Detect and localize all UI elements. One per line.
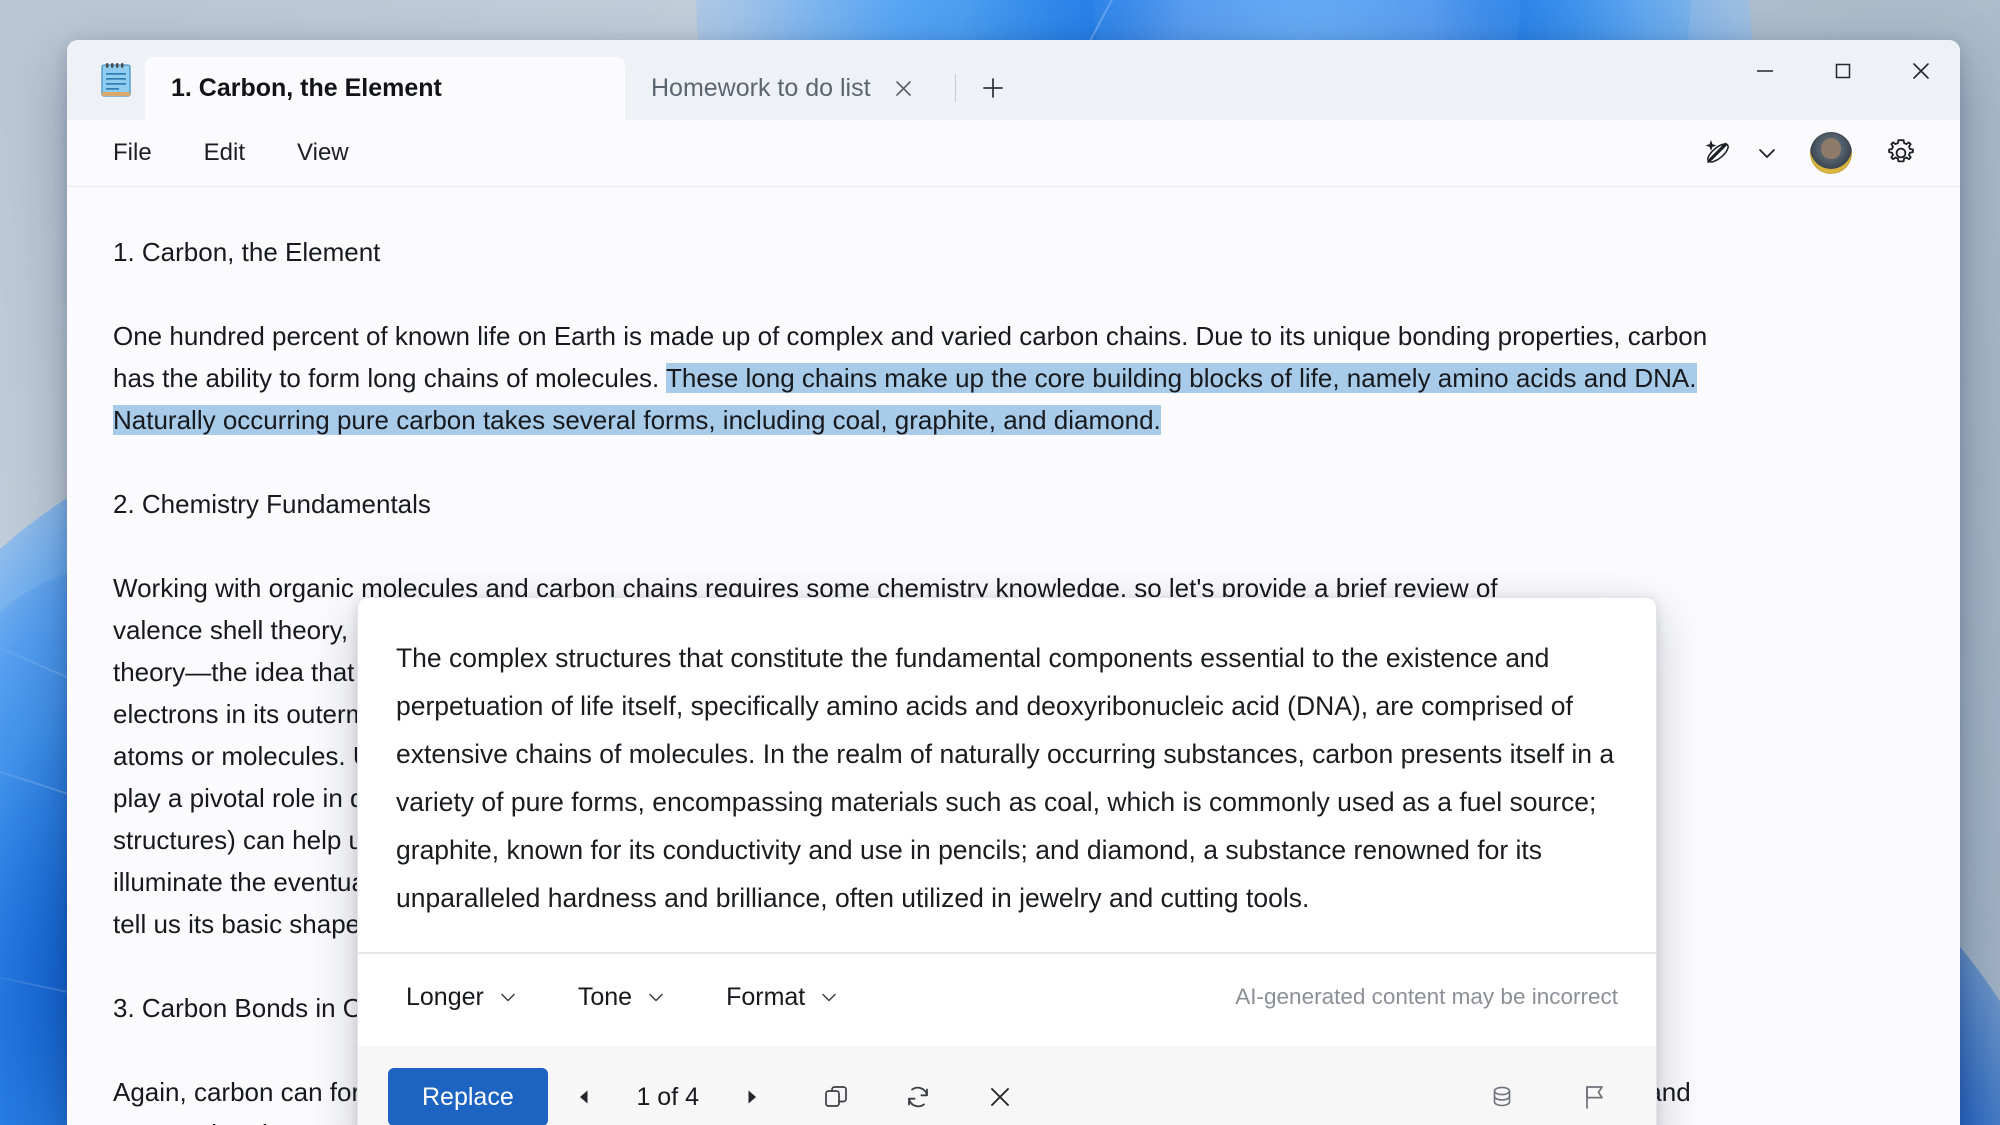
maximize-button[interactable]: [1804, 40, 1882, 102]
gear-icon[interactable]: [1876, 129, 1926, 177]
menu-view[interactable]: View: [277, 130, 369, 176]
notepad-window: 1. Carbon, the Element Homework to do li…: [67, 40, 1960, 1125]
menu-bar-right-tools: [1692, 129, 1934, 177]
ai-action-left-group: Replace 1 of 4: [388, 1068, 1026, 1125]
ai-action-right-group: [1476, 1071, 1620, 1123]
tab-strip: 1. Carbon, the Element Homework to do li…: [145, 40, 1016, 120]
coins-stack-icon[interactable]: [1476, 1071, 1528, 1123]
selected-text: These long chains make up the core build…: [666, 363, 1697, 393]
desktop-background: 1. Carbon, the Element Homework to do li…: [0, 0, 2000, 1125]
user-avatar[interactable]: [1810, 132, 1852, 174]
dropdown-label: Longer: [406, 983, 484, 1011]
tab-separator: [954, 74, 956, 102]
chevron-down-icon[interactable]: [1748, 129, 1786, 177]
format-dropdown[interactable]: Format: [716, 970, 849, 1024]
tab-homework-to-do-list[interactable]: Homework to do list: [625, 57, 949, 120]
ai-disclaimer-text: AI-generated content may be incorrect: [1235, 984, 1618, 1009]
document-heading-2: 2. Chemistry Fundamentals: [113, 489, 431, 519]
chevron-down-icon: [498, 987, 518, 1007]
document-paragraph-1-line-1: One hundred percent of known life on Ear…: [113, 321, 1708, 351]
copy-icon[interactable]: [810, 1071, 862, 1123]
ai-generated-text: The complex structures that constitute t…: [396, 643, 1615, 913]
tab-label: 1. Carbon, the Element: [171, 74, 442, 102]
dropdown-label: Format: [726, 983, 806, 1011]
replace-button[interactable]: Replace: [388, 1068, 548, 1125]
ai-result-card: The complex structures that constitute t…: [358, 598, 1656, 953]
paragraph-text: has the ability to form long chains of m…: [113, 363, 667, 393]
title-bar[interactable]: 1. Carbon, the Element Homework to do li…: [67, 40, 1960, 120]
new-tab-button[interactable]: [970, 65, 1016, 111]
close-button[interactable]: [1882, 40, 1960, 102]
document-paragraph-1-line-3: Naturally occurring pure carbon takes se…: [113, 399, 1914, 441]
menu-edit[interactable]: Edit: [184, 130, 265, 176]
chevron-down-icon: [646, 987, 666, 1007]
menu-file[interactable]: File: [93, 130, 172, 176]
window-controls: [1726, 40, 1960, 102]
previous-suggestion-button[interactable]: [562, 1075, 606, 1119]
notepad-icon: [87, 40, 145, 120]
refresh-icon[interactable]: [892, 1071, 944, 1123]
tab-close-icon[interactable]: [885, 70, 923, 108]
tone-dropdown[interactable]: Tone: [568, 970, 676, 1024]
menu-bar: File Edit View: [67, 120, 1960, 187]
tab-carbon-the-element[interactable]: 1. Carbon, the Element: [145, 57, 625, 120]
document-heading-1: 1. Carbon, the Element: [113, 237, 381, 267]
document-editor[interactable]: 1. Carbon, the Element One hundred perce…: [67, 187, 1960, 1125]
ai-options-bar: Longer Tone Format AI-generated content …: [358, 953, 1656, 1046]
tab-label: Homework to do list: [651, 74, 871, 102]
ai-action-bar: Replace 1 of 4: [358, 1046, 1656, 1125]
chevron-down-icon: [819, 987, 839, 1007]
close-icon[interactable]: [974, 1071, 1026, 1123]
selected-text: Naturally occurring pure carbon takes se…: [113, 405, 1161, 435]
ai-rewrite-pen-icon[interactable]: [1692, 129, 1742, 177]
flag-icon[interactable]: [1568, 1071, 1620, 1123]
document-paragraph-1-line-2: has the ability to form long chains of m…: [113, 357, 1914, 399]
dropdown-label: Tone: [577, 983, 633, 1011]
suggestion-counter: 1 of 4: [636, 1083, 700, 1111]
next-suggestion-button[interactable]: [730, 1075, 774, 1119]
length-dropdown-longer[interactable]: Longer: [396, 970, 528, 1024]
ai-rewrite-popup: The complex structures that constitute t…: [357, 597, 1657, 1125]
minimize-button[interactable]: [1726, 40, 1804, 102]
